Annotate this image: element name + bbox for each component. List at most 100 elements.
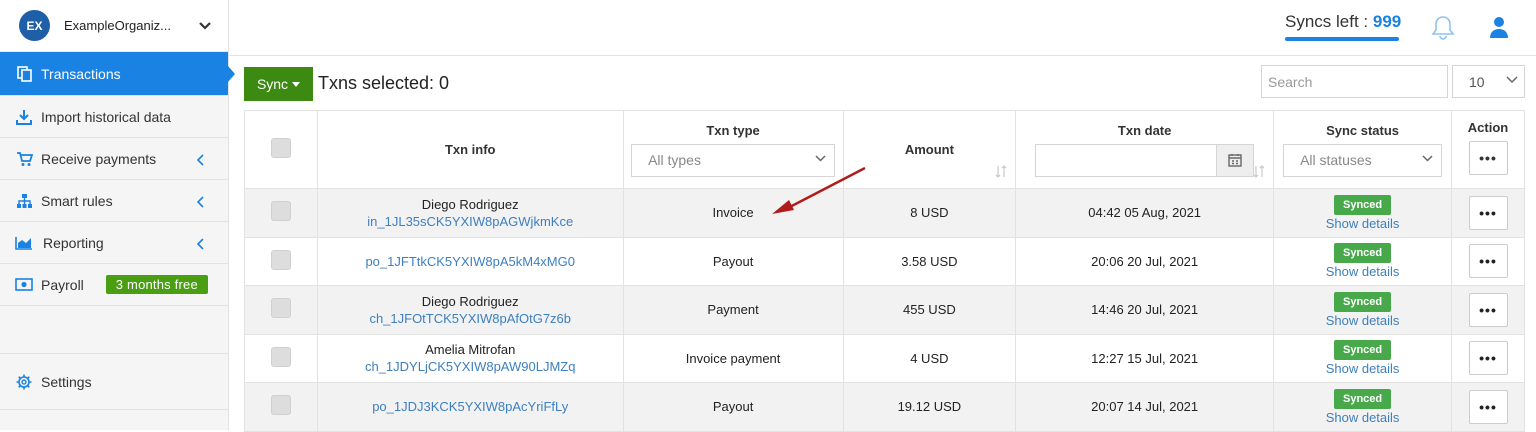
row-checkbox[interactable] xyxy=(270,249,291,270)
txn-id-link[interactable]: ch_1JFOtTCK5YXIW8pAfOtG7z6b xyxy=(318,310,623,327)
transactions-table: Txn info Txn type All types Amount Txn d… xyxy=(244,110,1525,432)
chevron-down-icon xyxy=(1506,76,1518,84)
txn-date: 12:27 15 Jul, 2021 xyxy=(1015,333,1275,383)
area-chart-icon xyxy=(15,234,33,252)
sync-button-label: Sync xyxy=(256,76,289,92)
header-action: Action ••• xyxy=(1451,110,1525,189)
customer-name: Diego Rodriguez xyxy=(421,196,519,212)
chevron-left-icon xyxy=(196,195,204,211)
chevron-left-icon xyxy=(196,237,204,253)
per-page-value: 10 xyxy=(1469,73,1485,90)
header-txn-date-label: Txn date xyxy=(1117,122,1172,138)
txn-id-link[interactable]: in_1JL35sCK5YXIW8pAGWjkmKce xyxy=(318,213,623,230)
org-switcher[interactable]: EX ExampleOrganiz... xyxy=(0,0,228,52)
status-badge: Synced xyxy=(1333,243,1392,264)
chevron-down-icon[interactable] xyxy=(198,19,212,33)
select-all-cell xyxy=(244,110,318,189)
calendar-icon[interactable] xyxy=(1216,144,1254,176)
row-checkbox[interactable] xyxy=(270,201,291,222)
sidebar-item-label: Payroll xyxy=(41,276,84,293)
sidebar-item-settings[interactable]: Settings xyxy=(0,354,228,410)
chevron-down-icon xyxy=(815,154,826,162)
txn-amount: 19.12 USD xyxy=(842,382,1017,432)
search-input[interactable] xyxy=(1261,65,1448,98)
org-name: ExampleOrganiz... xyxy=(64,18,171,33)
row-action-button[interactable]: ••• xyxy=(1468,341,1508,376)
row-checkbox[interactable] xyxy=(270,395,291,416)
top-bar: Syncs left : 999 xyxy=(229,0,1536,56)
txn-id-link[interactable]: po_1JFTtkCK5YXIW8pA5kM4xMG0 xyxy=(318,253,623,270)
show-details-link[interactable]: Show details xyxy=(1274,410,1451,425)
syncs-left-value: 999 xyxy=(1372,12,1402,31)
txn-id-link[interactable]: po_1JDJ3KCK5YXIW8pAcYriFfLy xyxy=(318,398,623,415)
user-icon[interactable] xyxy=(1489,16,1509,43)
syncs-left: Syncs left : 999 xyxy=(1285,12,1401,32)
org-avatar: EX xyxy=(19,10,50,41)
sidebar-item-label: Smart rules xyxy=(41,192,113,209)
table-row[interactable]: po_1JFTtkCK5YXIW8pA5kM4xMG0 Payout 3.58 … xyxy=(244,236,1525,286)
copy-icon xyxy=(15,65,33,83)
row-checkbox[interactable] xyxy=(270,346,291,367)
free-trial-badge: 3 months free xyxy=(105,275,208,294)
show-details-link[interactable]: Show details xyxy=(1274,264,1451,279)
sidebar-item-payroll[interactable]: Payroll 3 months free xyxy=(0,264,228,306)
status-badge: Synced xyxy=(1333,194,1392,215)
syncs-underline xyxy=(1285,37,1399,41)
txn-id-link[interactable]: ch_1JDYLjCK5YXIW8pAW90LJMZq xyxy=(318,358,623,375)
sidebar-item-transactions[interactable]: Transactions xyxy=(0,52,235,96)
show-details-link[interactable]: Show details xyxy=(1274,361,1451,376)
chevron-down-icon xyxy=(1422,154,1433,162)
sidebar-item-label: Receive payments xyxy=(41,150,157,167)
date-filter-input[interactable] xyxy=(1036,144,1217,176)
row-action-button[interactable]: ••• xyxy=(1468,292,1508,327)
header-action-label: Action xyxy=(1467,120,1509,135)
row-checkbox[interactable] xyxy=(270,298,291,319)
table-row[interactable]: Amelia Mitrofan ch_1JDYLjCK5YXIW8pAW90LJM… xyxy=(244,333,1525,383)
txn-type-filter-value: All types xyxy=(648,151,701,168)
row-action-button[interactable]: ••• xyxy=(1468,195,1508,230)
sidebar-item-receive-payments[interactable]: Receive payments xyxy=(0,138,228,180)
txn-amount: 455 USD xyxy=(842,285,1017,335)
show-details-link[interactable]: Show details xyxy=(1274,216,1451,231)
annotation-arrow-icon xyxy=(772,166,866,214)
txn-type: Invoice payment xyxy=(622,333,844,383)
header-txn-info[interactable]: Txn info xyxy=(316,110,624,189)
row-action-button[interactable]: ••• xyxy=(1468,389,1508,424)
date-filter[interactable] xyxy=(1035,143,1255,177)
sidebar-item-smart-rules[interactable]: Smart rules xyxy=(0,180,228,222)
show-details-link[interactable]: Show details xyxy=(1274,313,1451,328)
sort-icon[interactable] xyxy=(1253,165,1265,178)
caret-down-icon xyxy=(292,81,301,87)
row-action-button[interactable]: ••• xyxy=(1468,244,1508,279)
sidebar-spacer xyxy=(0,306,228,354)
customer-name: Diego Rodriguez xyxy=(421,293,519,309)
sort-icon[interactable] xyxy=(995,165,1007,178)
sync-status-filter[interactable]: All statuses xyxy=(1283,143,1443,177)
header-txn-date: Txn date xyxy=(1015,110,1275,189)
table-row[interactable]: Diego Rodriguez ch_1JFOtTCK5YXIW8pAfOtG7z… xyxy=(244,285,1525,335)
txn-date: 20:07 14 Jul, 2021 xyxy=(1015,382,1275,432)
cart-icon xyxy=(15,150,33,168)
download-icon xyxy=(15,108,33,126)
txn-date: 20:06 20 Jul, 2021 xyxy=(1015,236,1275,286)
txn-type: Payout xyxy=(622,236,844,286)
sidebar-item-reporting[interactable]: Reporting xyxy=(0,222,228,264)
bulk-action-button[interactable]: ••• xyxy=(1468,141,1508,175)
per-page-select[interactable]: 10 xyxy=(1452,65,1525,98)
chevron-left-icon xyxy=(196,153,204,169)
sitemap-icon xyxy=(15,192,33,210)
gear-icon xyxy=(15,373,33,391)
txn-date: 04:42 05 Aug, 2021 xyxy=(1015,188,1275,238)
sidebar-item-import[interactable]: Import historical data xyxy=(0,96,228,138)
sidebar: EX ExampleOrganiz... Transactions Import… xyxy=(0,0,235,430)
txns-selected-count: Txns selected: 0 xyxy=(318,73,450,93)
txn-type: Payout xyxy=(622,382,844,432)
header-sync-status: Sync status All statuses xyxy=(1273,110,1453,189)
bell-icon[interactable] xyxy=(1431,15,1455,46)
sidebar-item-label: Reporting xyxy=(43,234,104,251)
table-row[interactable]: po_1JDJ3KCK5YXIW8pAcYriFfLy Payout 19.12… xyxy=(244,382,1525,432)
table-row[interactable]: Diego Rodriguez in_1JL35sCK5YXIW8pAGWjkmK… xyxy=(244,188,1525,238)
select-all-checkbox[interactable] xyxy=(270,138,291,158)
txn-type: Payment xyxy=(622,285,844,335)
sync-button[interactable]: Sync xyxy=(244,67,313,101)
